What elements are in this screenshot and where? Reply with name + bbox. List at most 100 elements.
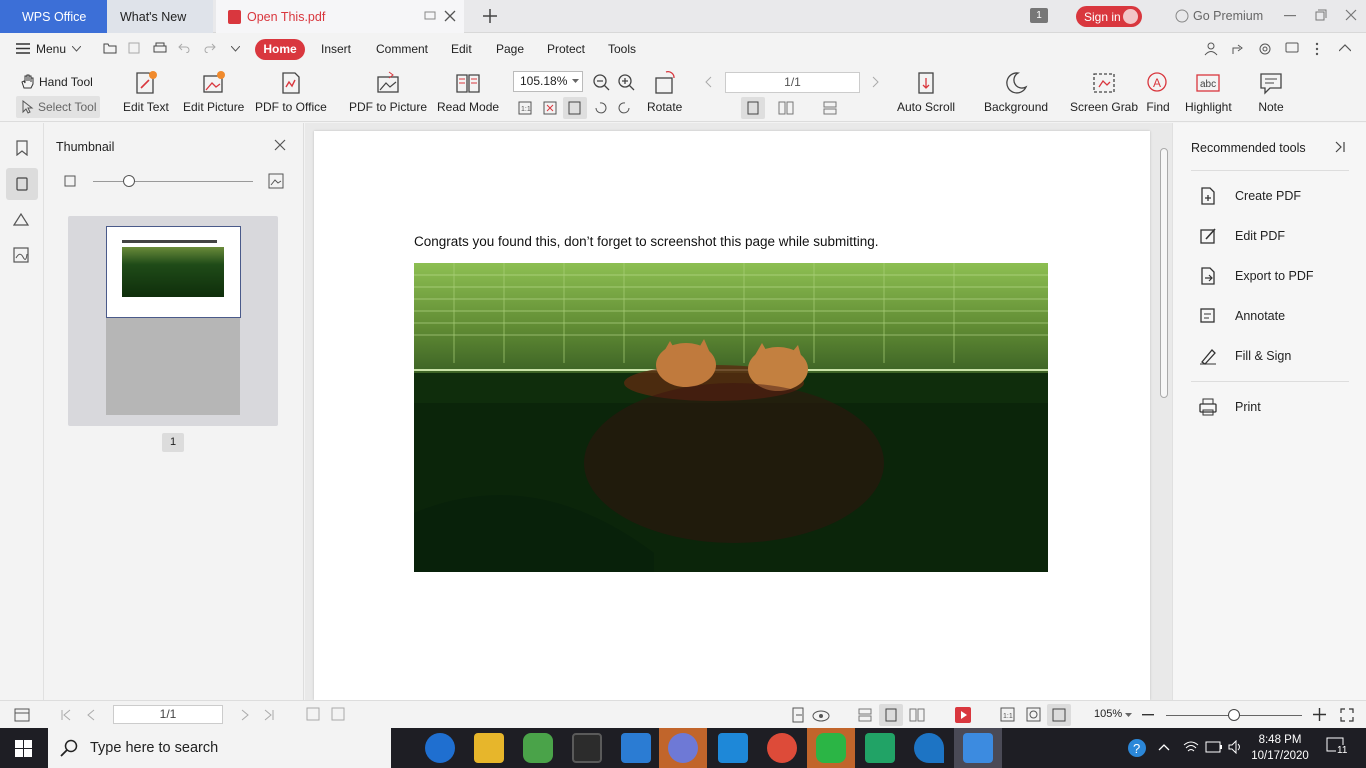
fullscreen-icon[interactable] <box>1340 708 1354 722</box>
tab-insert[interactable]: Insert <box>321 42 351 56</box>
sidebar-toggle-icon[interactable] <box>14 708 30 722</box>
status-single-page-active[interactable] <box>879 704 903 726</box>
chevron-down-icon[interactable] <box>72 46 81 52</box>
status-continuous-icon[interactable] <box>858 708 872 722</box>
zoom-in-icon[interactable] <box>617 73 635 91</box>
page-thumbnail[interactable] <box>68 216 278 426</box>
annotation-icon[interactable] <box>12 211 30 227</box>
tray-chevron-icon[interactable] <box>1158 743 1170 751</box>
tab-protect[interactable]: Protect <box>547 42 585 56</box>
annotate-item[interactable]: Annotate <box>1199 307 1285 325</box>
taskbar-search[interactable]: Type here to search <box>48 728 391 768</box>
discord-icon[interactable] <box>668 733 698 763</box>
two-page-icon[interactable] <box>778 101 794 115</box>
user-icon[interactable] <box>1204 42 1218 56</box>
tab-whats-new[interactable]: What's New <box>107 0 213 33</box>
line-icon[interactable] <box>816 733 846 763</box>
tripadvisor-icon[interactable] <box>572 733 602 763</box>
note-button[interactable]: Note <box>1258 70 1284 114</box>
play-icon[interactable] <box>955 707 971 723</box>
bookmark-icon[interactable] <box>16 140 28 156</box>
document-viewer[interactable]: Congrats you found this, don’t forget to… <box>305 123 1172 700</box>
wps-taskbar-icon[interactable] <box>963 733 993 763</box>
edit-text-button[interactable]: Edit Text <box>123 70 169 114</box>
menu-button[interactable]: Menu <box>36 42 66 56</box>
redo-icon[interactable] <box>204 43 216 53</box>
print-icon[interactable] <box>153 42 167 54</box>
window-icon[interactable] <box>424 11 436 21</box>
print-item[interactable]: Print <box>1199 398 1261 416</box>
background-button[interactable]: Background <box>984 70 1048 114</box>
feedback-icon[interactable] <box>1285 42 1299 55</box>
edit-pdf-item[interactable]: Edit PDF <box>1199 227 1285 245</box>
actual-size-icon[interactable]: 1:1 <box>518 101 532 115</box>
collapse-ribbon-icon[interactable] <box>1339 44 1351 52</box>
select-tool-button[interactable]: Select Tool <box>16 96 100 118</box>
tab-open-this-pdf[interactable]: Open This.pdf <box>216 0 464 33</box>
eye-protection-icon[interactable] <box>812 708 830 722</box>
wireshark-icon[interactable] <box>914 733 944 763</box>
status-actual-size-icon[interactable]: 1:1 <box>1000 707 1015 722</box>
image-app-icon[interactable] <box>865 733 895 763</box>
status-page-field[interactable]: 1/1 <box>113 705 223 724</box>
taskbar-clock[interactable]: 8:48 PM 10/17/2020 <box>1250 732 1310 764</box>
single-page-view-active[interactable] <box>741 97 765 119</box>
signature-icon[interactable] <box>12 247 30 263</box>
edge-icon[interactable] <box>425 733 455 763</box>
hand-tool-button[interactable]: Hand Tool <box>20 74 93 89</box>
hamburger-icon[interactable] <box>16 43 30 54</box>
first-page-icon[interactable] <box>60 709 72 721</box>
windows-start-icon[interactable] <box>15 740 32 757</box>
notification-center[interactable]: 11 <box>1326 737 1349 759</box>
zoom-out-icon[interactable] <box>592 73 610 91</box>
slider-knob[interactable] <box>123 175 135 187</box>
volume-icon[interactable] <box>1228 740 1244 754</box>
status-zoom-in-icon[interactable] <box>1313 708 1326 721</box>
page-number-field[interactable]: 1/1 <box>725 72 860 93</box>
export-icon[interactable] <box>791 707 805 723</box>
tab-comment[interactable]: Comment <box>376 42 428 56</box>
scrollbar-thumb[interactable] <box>1160 148 1168 398</box>
battery-icon[interactable] <box>1205 741 1223 753</box>
collapse-panel-icon[interactable] <box>1335 141 1345 153</box>
file-explorer-icon[interactable] <box>474 733 504 763</box>
status-zoom-out-icon[interactable] <box>1142 714 1154 716</box>
status-two-page-icon[interactable] <box>909 708 925 722</box>
tab-edit[interactable]: Edit <box>451 42 472 56</box>
pdf-to-office-button[interactable]: PDF to Office <box>255 70 327 114</box>
small-image-icon[interactable] <box>64 175 76 187</box>
tab-home[interactable]: Home <box>255 39 305 60</box>
zoom-field[interactable]: 105.18% <box>513 71 583 92</box>
save-icon[interactable] <box>128 42 140 54</box>
rotate-left-icon[interactable] <box>593 101 607 115</box>
next-page-icon[interactable] <box>872 76 880 88</box>
sign-in-button[interactable]: Sign in <box>1076 6 1142 27</box>
status-next-page-icon[interactable] <box>240 709 250 721</box>
settings-icon[interactable] <box>1258 42 1272 56</box>
rotate-button[interactable]: Rotate <box>647 70 682 114</box>
zoom-slider-knob[interactable] <box>1228 709 1240 721</box>
vscode-icon[interactable] <box>621 733 651 763</box>
fit-page-icon[interactable] <box>543 101 557 115</box>
vertical-scrollbar[interactable] <box>1157 143 1171 683</box>
status-zoom-dropdown-icon[interactable] <box>1125 713 1132 718</box>
quick-access-dropdown-icon[interactable] <box>231 46 240 52</box>
prev-page-icon[interactable] <box>704 76 712 88</box>
close-tab-icon[interactable] <box>444 10 456 22</box>
thumbnail-rail-button[interactable] <box>6 168 38 200</box>
tab-page[interactable]: Page <box>496 42 524 56</box>
tab-wps-office[interactable]: WPS Office <box>0 0 107 33</box>
screen-grab-button[interactable]: Screen Grab <box>1070 70 1138 114</box>
open-folder-icon[interactable] <box>103 42 117 54</box>
tab-tools[interactable]: Tools <box>608 42 636 56</box>
chrome-icon[interactable] <box>767 733 797 763</box>
edit-picture-button[interactable]: Edit Picture <box>183 70 244 114</box>
back-icon[interactable] <box>306 707 320 721</box>
large-image-icon[interactable] <box>268 173 284 189</box>
create-pdf-item[interactable]: Create PDF <box>1199 187 1301 205</box>
close-window-icon[interactable] <box>1345 9 1357 21</box>
nextcloud-icon[interactable] <box>718 733 748 763</box>
rotate-right-icon[interactable] <box>618 101 632 115</box>
fill-sign-item[interactable]: Fill & Sign <box>1199 347 1291 365</box>
forward-icon[interactable] <box>331 707 345 721</box>
